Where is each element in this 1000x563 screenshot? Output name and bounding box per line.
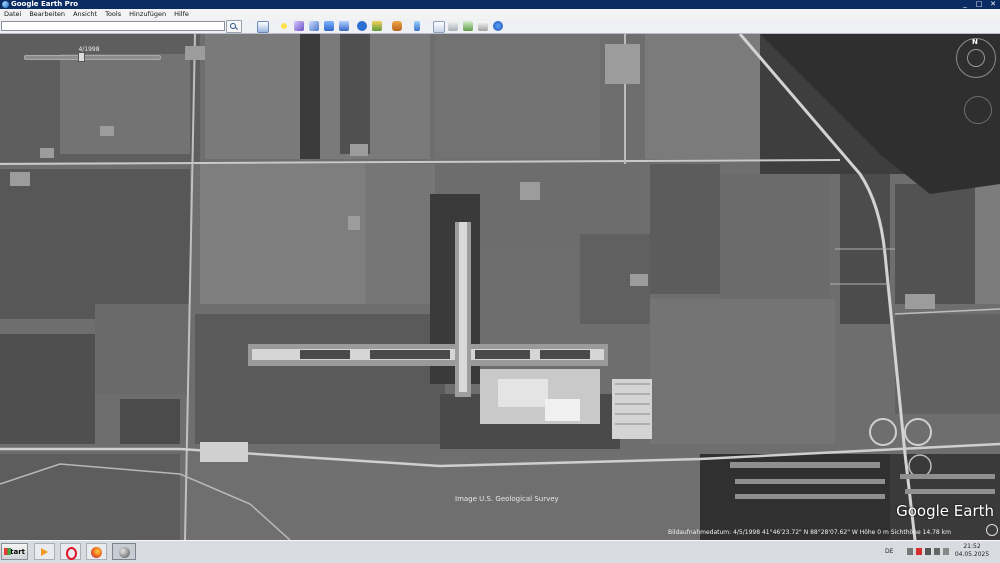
flag-icon[interactable] [943,548,949,555]
ruler-icon[interactable] [414,21,420,31]
add-path-icon[interactable] [309,21,319,31]
save-image-icon[interactable] [463,21,473,31]
system-clock[interactable]: 21:52 04.05.2025 [952,543,992,559]
google-earth-logo: Google Earth [896,502,994,520]
media-player-icon[interactable] [34,543,55,560]
close-button[interactable]: ✕ [986,0,1000,9]
menu-datei[interactable]: Datei [0,9,25,19]
look-joystick[interactable] [967,49,985,67]
menu-bearbeiten[interactable]: Bearbeiten [25,9,69,19]
slider-thumb[interactable] [78,52,85,62]
search-input[interactable] [1,21,225,31]
street-view-icon[interactable] [986,524,998,536]
email-icon[interactable] [433,21,445,33]
planets-icon[interactable] [392,21,402,31]
network-icon[interactable] [925,548,931,555]
language-indicator[interactable]: DE [885,543,893,560]
move-joystick[interactable] [964,96,992,124]
maximize-button[interactable]: □ [972,0,986,9]
maps-icon[interactable] [493,21,503,31]
menu-bar: Datei Bearbeiten Ansicht Tools Hinzufüge… [0,9,1000,19]
window-controls: _ □ ✕ [958,0,1000,9]
record-tour-icon[interactable] [339,21,349,31]
historical-imagery-slider[interactable]: 4/1998 [14,46,164,62]
slider-track[interactable] [24,55,161,60]
taskbar: Start DE 21:52 04.05.2025 [0,540,1000,563]
slider-date-label: 4/1998 [78,46,100,53]
menu-tools[interactable]: Tools [101,9,125,19]
google-earth-icon [2,1,9,8]
menu-ansicht[interactable]: Ansicht [69,9,101,19]
title-bar: Google Earth Pro _ □ ✕ [0,0,1000,9]
menu-hinzufuegen[interactable]: Hinzufügen [125,9,170,19]
add-placemark-icon[interactable] [279,21,289,31]
view-maps-icon[interactable] [478,21,488,31]
search-button[interactable] [226,20,242,33]
clock-time: 21:52 [963,543,981,550]
menu-hilfe[interactable]: Hilfe [170,9,193,19]
start-button[interactable]: Start [1,543,28,560]
status-readout: Bildaufnahmedatum: 4/5/1998 41°46'23.72"… [668,529,951,536]
sunlight-icon[interactable] [372,21,382,31]
minimize-button[interactable]: _ [958,0,972,9]
clock-date: 04.05.2025 [954,551,990,558]
volume-icon[interactable] [934,548,940,555]
satellite-imagery[interactable] [0,34,1000,540]
toolbar [0,19,1000,34]
window-title: Google Earth Pro [11,0,79,8]
add-overlay-icon[interactable] [324,21,334,31]
historical-imagery-icon[interactable] [357,21,367,31]
opera-icon[interactable] [60,543,81,560]
tray-chevron-icon[interactable] [907,548,913,555]
print-icon[interactable] [448,21,458,31]
google-earth-taskbar-icon[interactable] [112,543,136,560]
compass-ring[interactable]: N [956,38,996,78]
pdf-icon[interactable] [916,548,922,555]
compass-north-label: N [972,38,978,46]
map-view[interactable]: 4/1998 N Image U.S. Geological Survey Go… [0,34,1000,540]
sidebar-toggle-icon[interactable] [257,21,269,33]
firefox-icon[interactable] [86,543,107,560]
add-polygon-icon[interactable] [294,21,304,31]
imagery-credit: Image U.S. Geological Survey [455,495,559,503]
